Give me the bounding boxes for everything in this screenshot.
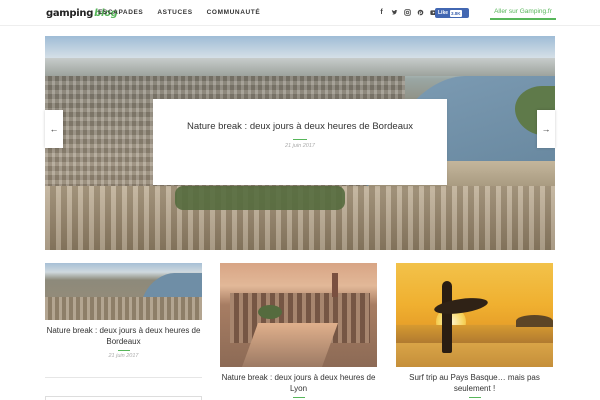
facebook-icon[interactable]: f [378, 8, 385, 17]
hero-park [175, 186, 345, 210]
article-title[interactable]: Surf trip au Pays Basque… mais pas seule… [396, 372, 553, 394]
article-separator [468, 397, 481, 398]
fb-like-count: 3.8K [450, 9, 462, 17]
logo-main-text: gamping [46, 7, 94, 19]
article-title[interactable]: Nature break : deux jours à deux heures … [45, 325, 202, 347]
thumb-trees [258, 305, 282, 319]
hero-horizon [45, 58, 555, 76]
article-thumbnail[interactable] [45, 263, 202, 320]
article-card-lyon[interactable]: Nature break : deux jours à deux heures … [220, 263, 377, 400]
twitter-icon[interactable] [391, 8, 398, 17]
widget-box [45, 396, 202, 400]
main-nav: ESCAPADES ASTUCES COMMUNAUTÉ [98, 9, 260, 16]
instagram-icon[interactable] [404, 8, 411, 17]
thumb-city [45, 297, 202, 320]
pinterest-icon[interactable]: p [417, 8, 424, 17]
article-card-pays-basque[interactable]: Surf trip au Pays Basque… mais pas seule… [396, 263, 553, 400]
nav-item-astuces[interactable]: ASTUCES [157, 9, 192, 16]
slider-next-arrow[interactable]: → [537, 110, 555, 148]
card-divider [45, 377, 202, 378]
hero-separator [293, 139, 307, 140]
thumb-river [241, 323, 339, 367]
fb-like-label: Like [438, 10, 449, 16]
article-separator [117, 350, 130, 351]
goto-gamping-link[interactable]: Aller sur Gamping.fr [490, 6, 556, 20]
hero-caption-card[interactable]: Nature break : deux jours à deux heures … [153, 99, 447, 185]
thumb-sea [396, 325, 553, 343]
article-title[interactable]: Nature break : deux jours à deux heures … [220, 372, 377, 394]
nav-item-communaute[interactable]: COMMUNAUTÉ [207, 9, 261, 16]
thumb-surfer [442, 281, 452, 353]
social-links: f p [378, 8, 437, 17]
nav-item-escapades[interactable]: ESCAPADES [98, 9, 143, 16]
article-thumbnail[interactable] [220, 263, 377, 367]
article-thumbnail[interactable] [396, 263, 553, 367]
thumb-beach [396, 343, 553, 367]
top-bar: gamping blog ESCAPADES ASTUCES COMMUNAUT… [0, 0, 600, 26]
thumb-tower [332, 273, 338, 297]
facebook-like-button[interactable]: Like 3.8K [435, 8, 469, 18]
article-date: 21 juin 2017 [108, 353, 139, 359]
article-card-bordeaux[interactable]: Nature break : deux jours à deux heures … [45, 263, 202, 400]
article-separator [292, 397, 305, 398]
thumb-rock [516, 315, 553, 327]
hero-date: 21 juin 2017 [285, 143, 315, 149]
slider-prev-arrow[interactable]: ← [45, 110, 63, 148]
hero-title[interactable]: Nature break : deux jours à deux heures … [153, 121, 447, 133]
